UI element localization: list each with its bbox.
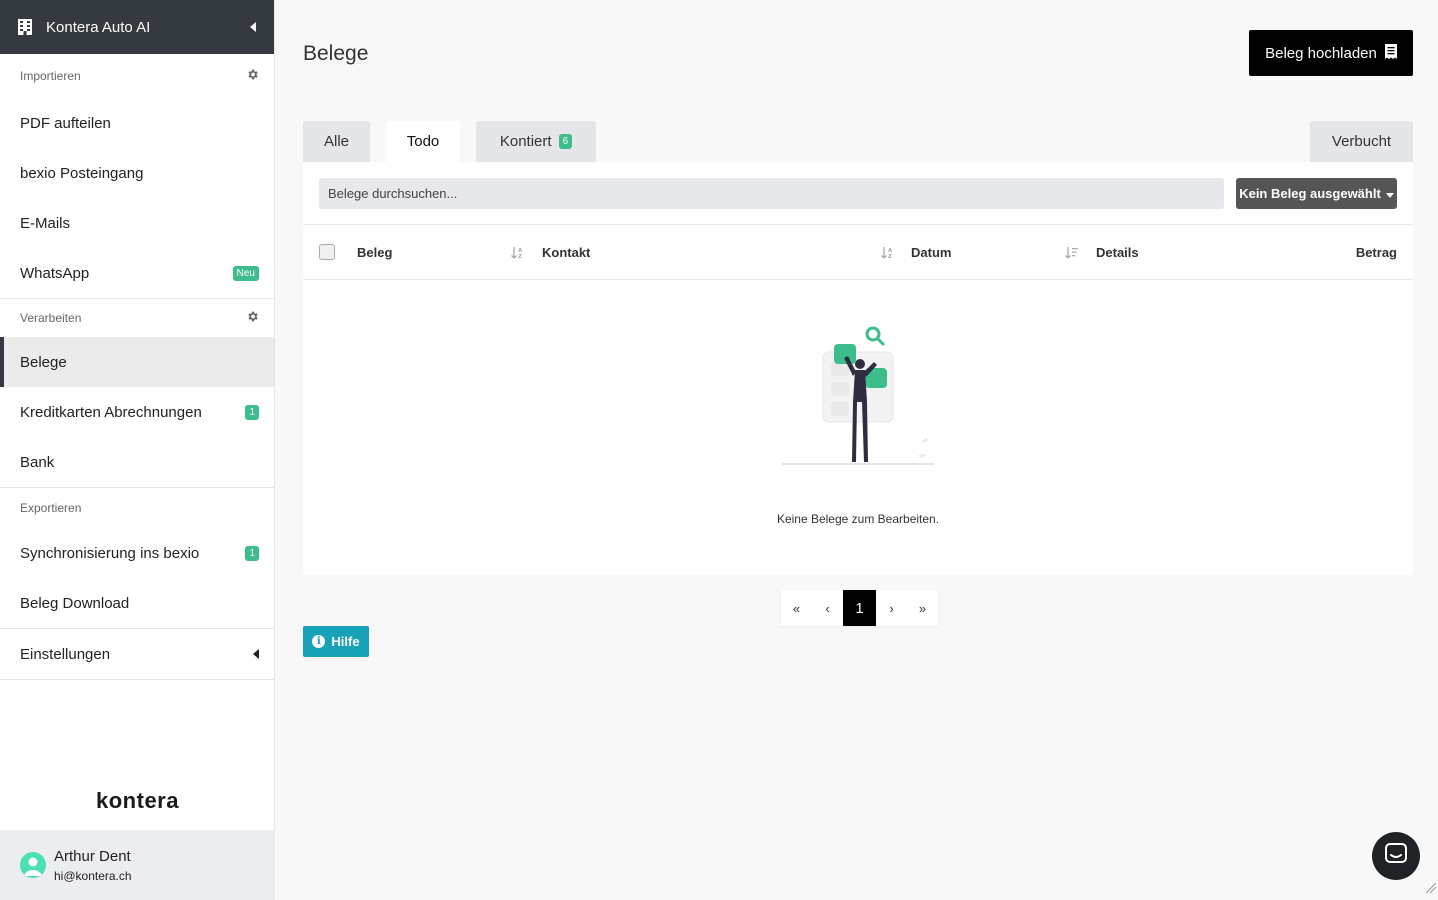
belege-card: Kein Beleg ausgewählt Beleg AZ Kontakt A… — [303, 162, 1413, 575]
upload-button[interactable]: Beleg hochladen — [1249, 30, 1413, 76]
sidebar-item-label: E-Mails — [20, 214, 71, 232]
section-title: Verarbeiten — [20, 311, 82, 325]
empty-state-illustration — [778, 322, 938, 472]
tab-kontiert[interactable]: Kontiert 6 — [476, 121, 596, 162]
section-verarbeiten: Verarbeiten — [0, 299, 274, 337]
sidebar-item-label: PDF aufteilen — [20, 114, 111, 132]
avatar — [20, 852, 46, 878]
count-badge: 1 — [245, 404, 259, 420]
sidebar-item-label: bexio Posteingang — [20, 164, 144, 182]
column-datum[interactable]: Datum — [911, 225, 951, 280]
bulk-action-dropdown[interactable]: Kein Beleg ausgewählt — [1236, 178, 1397, 209]
select-all-checkbox[interactable] — [319, 244, 335, 260]
tab-bar: Alle Todo Kontiert 6 Verbucht — [303, 121, 1413, 162]
kontera-logo: kontera — [96, 788, 179, 813]
sidebar-brand[interactable]: Kontera Auto AI — [0, 0, 274, 54]
receipt-icon — [1384, 43, 1397, 63]
divider — [0, 679, 274, 680]
sidebar-item-bank[interactable]: Bank — [0, 437, 274, 487]
sidebar-item-emails[interactable]: E-Mails — [0, 198, 274, 248]
section-title: Exportieren — [20, 501, 82, 515]
info-icon: i — [312, 635, 326, 648]
sidebar-item-belege[interactable]: Belege — [0, 337, 274, 387]
expand-caret-icon — [253, 646, 259, 663]
new-badge: Neu — [232, 265, 259, 281]
tab-verbucht[interactable]: Verbucht — [1310, 121, 1413, 162]
tab-label: Kontiert — [499, 133, 552, 150]
empty-state-text: Keine Belege zum Bearbeiten. — [776, 512, 940, 526]
column-betrag: Betrag — [1355, 245, 1397, 260]
user-profile[interactable]: Arthur Dent hi@kontera.ch — [0, 830, 275, 900]
user-name: Arthur Dent — [54, 847, 131, 865]
caret-down-icon — [1385, 186, 1394, 201]
collapse-caret-icon[interactable] — [250, 19, 256, 36]
sidebar-item-einstellungen[interactable]: Einstellungen — [0, 629, 274, 679]
tab-label: Alle — [323, 133, 349, 150]
table-header: Beleg AZ Kontakt AZ Datum Details Betrag — [303, 224, 1413, 280]
sidebar-item-kreditkarten-abrechnungen[interactable]: Kreditkarten Abrechnungen 1 — [0, 387, 274, 437]
chat-launcher-button[interactable] — [1372, 832, 1420, 880]
gear-icon[interactable] — [246, 310, 259, 326]
tab-todo[interactable]: Todo — [386, 121, 460, 162]
tab-label: Todo — [406, 133, 440, 150]
count-badge: 1 — [245, 545, 259, 561]
user-email: hi@kontera.ch — [54, 868, 132, 883]
sidebar-item-label: Einstellungen — [20, 645, 111, 663]
tab-label: Verbucht — [1331, 133, 1392, 150]
sidebar-item-label: WhatsApp — [20, 264, 90, 282]
sort-desc-icon[interactable] — [1065, 225, 1078, 280]
sidebar-item-label: Belege — [20, 353, 67, 371]
page-first-button[interactable]: « — [781, 590, 812, 626]
section-exportieren: Exportieren — [0, 488, 274, 528]
sidebar-item-bexio-posteingang[interactable]: bexio Posteingang — [0, 148, 274, 198]
main-content: Belege Beleg hochladen Alle Todo Kontier… — [275, 0, 1438, 900]
brand-name: Kontera Auto AI — [46, 18, 151, 36]
column-kontakt[interactable]: Kontakt — [542, 225, 590, 280]
help-label: Hilfe — [331, 634, 360, 649]
page-title: Belege — [303, 42, 369, 65]
dropdown-label: Kein Beleg ausgewählt — [1239, 186, 1381, 201]
sort-icon[interactable]: AZ — [511, 225, 524, 280]
svg-text:Z: Z — [888, 254, 892, 259]
section-importieren: Importieren — [0, 54, 274, 98]
sidebar-item-beleg-download[interactable]: Beleg Download — [0, 578, 274, 628]
column-beleg[interactable]: Beleg — [357, 225, 392, 280]
svg-text:Z: Z — [518, 254, 522, 259]
sidebar-item-label: Kreditkarten Abrechnungen — [20, 403, 202, 421]
pagination: « ‹ 1 › » — [781, 590, 938, 626]
sidebar-item-label: Bank — [20, 453, 55, 471]
sidebar-item-whatsapp[interactable]: WhatsApp Neu — [0, 248, 274, 298]
building-icon — [18, 19, 32, 35]
tab-alle[interactable]: Alle — [303, 121, 370, 162]
page-next-button[interactable]: › — [876, 590, 907, 626]
page-prev-button[interactable]: ‹ — [812, 590, 843, 626]
sidebar-item-synchronisierung[interactable]: Synchronisierung ins bexio 1 — [0, 528, 274, 578]
sort-icon[interactable]: AZ — [881, 225, 894, 280]
column-details: Details — [1096, 245, 1139, 260]
chat-icon — [1385, 842, 1407, 870]
sidebar: Kontera Auto AI Importieren PDF aufteile… — [0, 0, 275, 900]
page-current[interactable]: 1 — [843, 590, 876, 626]
sidebar-item-label: Beleg Download — [20, 594, 130, 612]
gear-icon[interactable] — [246, 68, 259, 84]
resize-handle-icon[interactable] — [1425, 880, 1437, 898]
upload-label: Beleg hochladen — [1265, 44, 1377, 62]
page-last-button[interactable]: » — [907, 590, 938, 626]
sidebar-item-label: Synchronisierung ins bexio — [20, 544, 200, 562]
sidebar-item-pdf-aufteilen[interactable]: PDF aufteilen — [0, 98, 274, 148]
count-badge: 6 — [558, 134, 573, 149]
section-title: Importieren — [20, 69, 81, 83]
help-button[interactable]: i Hilfe — [303, 626, 369, 657]
search-input[interactable] — [319, 178, 1224, 209]
